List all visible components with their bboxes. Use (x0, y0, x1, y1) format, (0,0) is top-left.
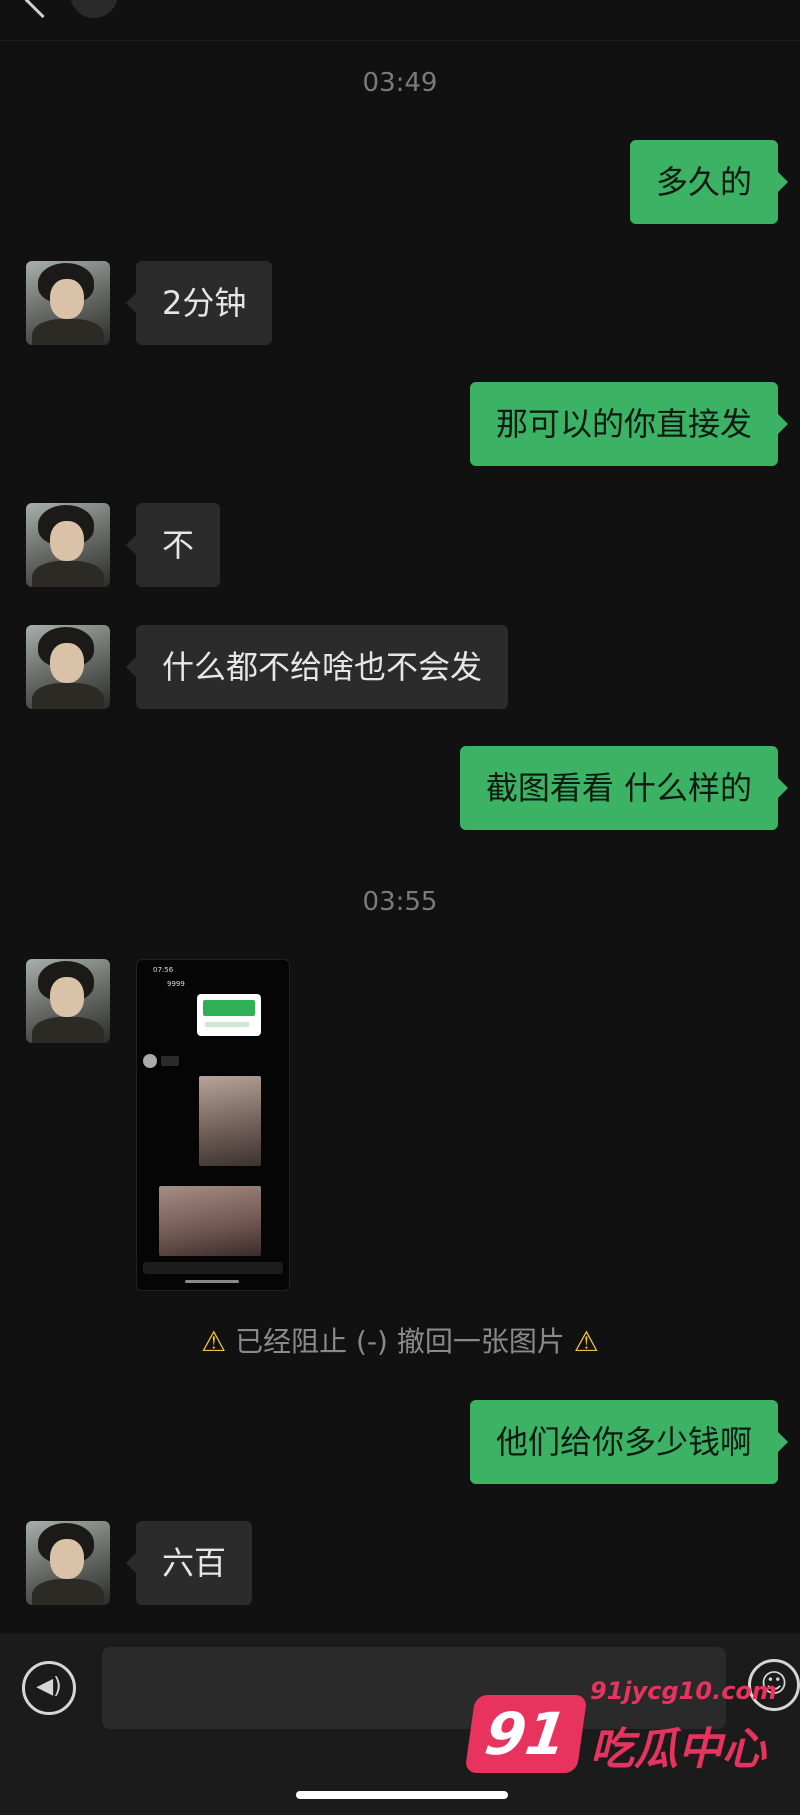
contact-avatar[interactable] (26, 503, 110, 587)
contact-avatar[interactable] (26, 1521, 110, 1605)
system-notice: ⚠ 已经阻止 (-) 撤回一张图片 ⚠ (0, 1320, 800, 1360)
contact-avatar[interactable] (26, 625, 110, 709)
embedded-bubble (161, 1056, 179, 1066)
home-indicator[interactable] (296, 1791, 508, 1799)
embedded-home-indicator (185, 1280, 239, 1283)
embedded-status-time: 07:56 (153, 966, 174, 974)
outgoing-message[interactable]: 截图看看 什么样的 (459, 746, 789, 830)
site-watermark: 91 91jycg10.com 吃瓜中心 (464, 1677, 800, 1797)
voice-icon[interactable]: ◀) (22, 1661, 76, 1715)
message-row: 截图看看 什么样的 (0, 746, 800, 830)
chat-header (0, 0, 800, 41)
message-row: 六百 (0, 1521, 800, 1605)
timestamp: 03:55 (362, 887, 438, 917)
watermark-brand: 吃瓜中心 (590, 1724, 766, 1775)
incoming-message[interactable]: 什么都不给啥也不会发 (125, 625, 509, 709)
back-arrow-icon[interactable] (24, 0, 61, 19)
message-row: 他们给你多少钱啊 (0, 1400, 800, 1484)
timestamp: 03:49 (362, 68, 438, 98)
image-message[interactable]: 07:56 9999 (136, 959, 290, 1291)
contact-avatar[interactable] (26, 261, 110, 345)
warning-icon: ⚠ (573, 1325, 599, 1358)
warning-icon: ⚠ (201, 1325, 227, 1358)
header-button[interactable] (70, 0, 118, 18)
contact-avatar[interactable] (26, 959, 110, 1043)
outgoing-message[interactable]: 多久的 (629, 140, 789, 224)
watermark-logo: 91 (464, 1695, 588, 1773)
message-row: 那可以的你直接发 (0, 382, 800, 466)
embedded-photo (159, 1186, 261, 1256)
message-row: 不 (0, 503, 800, 587)
outgoing-message[interactable]: 那可以的你直接发 (469, 382, 789, 466)
message-row: 07:56 9999 (0, 959, 800, 1291)
message-row: 什么都不给啥也不会发 (0, 625, 800, 709)
embedded-input-bar (143, 1262, 283, 1274)
outgoing-message[interactable]: 他们给你多少钱啊 (469, 1400, 789, 1484)
embedded-photo (199, 1076, 261, 1166)
incoming-message[interactable]: 六百 (125, 1521, 253, 1605)
watermark-domain: 91jycg10.com (590, 1677, 777, 1705)
embedded-transfer-card (197, 994, 261, 1036)
message-row: 多久的 (0, 140, 800, 224)
incoming-message[interactable]: 2分钟 (125, 261, 273, 345)
embedded-avatar (143, 1054, 157, 1068)
embedded-chat-title: 9999 (167, 980, 185, 988)
system-notice-text: 已经阻止 (-) 撤回一张图片 (235, 1325, 565, 1358)
incoming-message[interactable]: 不 (125, 503, 221, 587)
message-row: 2分钟 (0, 261, 800, 345)
